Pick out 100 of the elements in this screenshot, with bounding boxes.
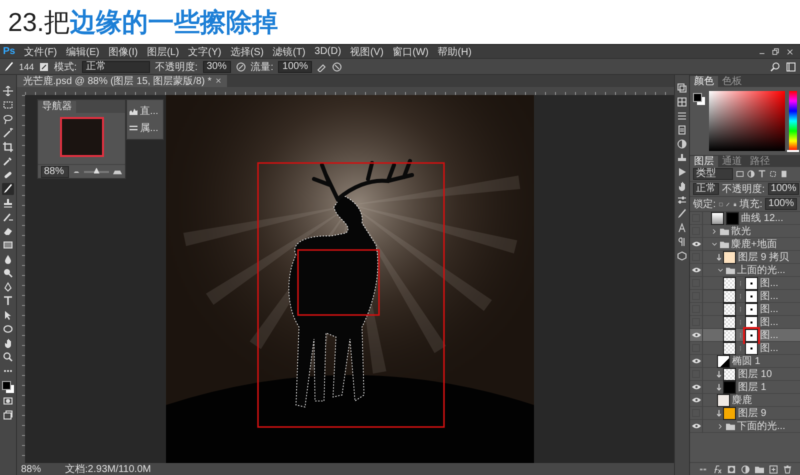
type-tool[interactable] <box>2 295 14 307</box>
layer-row[interactable]: 图... <box>690 342 800 355</box>
menu-item[interactable]: 文字(Y) <box>188 44 222 58</box>
pressure-size-icon[interactable] <box>332 62 342 72</box>
opacity-field[interactable]: 100% <box>768 183 800 195</box>
eye-icon[interactable] <box>692 423 700 429</box>
smart-filter-icon[interactable] <box>780 170 788 178</box>
half-circle-icon[interactable] <box>740 464 750 474</box>
grid-icon[interactable] <box>677 97 687 107</box>
circle-icon[interactable] <box>677 139 687 149</box>
pen-tool[interactable] <box>2 281 14 293</box>
list-icon[interactable] <box>677 111 687 121</box>
filter-dropdown[interactable]: 类型 <box>693 168 733 180</box>
restore-icon[interactable] <box>772 48 780 56</box>
panel-button[interactable]: 直... <box>129 104 161 118</box>
hue-slider[interactable] <box>789 91 797 151</box>
search-icon[interactable] <box>770 62 780 72</box>
hand-tool[interactable] <box>2 337 14 349</box>
brush-panel-icon[interactable] <box>39 62 50 72</box>
eye-icon[interactable] <box>692 397 700 403</box>
chevron-right-icon[interactable] <box>711 228 718 234</box>
menu-item[interactable]: 文件(F) <box>24 44 58 58</box>
hand-icon[interactable] <box>677 181 687 191</box>
layer-row[interactable]: 图... <box>690 277 800 290</box>
stacked-squares-icon[interactable] <box>677 83 687 93</box>
flow-field[interactable]: 100% <box>278 60 312 72</box>
menu-item[interactable]: 窗口(W) <box>392 44 429 58</box>
color-swatches-icon[interactable] <box>693 93 705 105</box>
document-icon[interactable] <box>677 125 687 135</box>
menu-item[interactable]: 选择(S) <box>230 44 264 58</box>
zoom-tool[interactable] <box>2 351 14 363</box>
menu-item[interactable]: 编辑(E) <box>66 44 100 58</box>
layer-row[interactable]: 图层 9 <box>690 407 800 420</box>
brush-icon[interactable] <box>4 62 14 72</box>
color-swatches-icon[interactable] <box>2 381 14 393</box>
mode-dropdown[interactable]: 正常 <box>82 60 150 72</box>
screen-mode-icon[interactable] <box>3 410 13 420</box>
quick-mask-icon[interactable] <box>3 396 13 406</box>
move-tool[interactable] <box>2 85 14 97</box>
panel-tab[interactable]: 颜色 <box>690 76 718 87</box>
document-tab[interactable]: 光芒鹿.psd @ 88% (图层 15, 图层蒙版/8) * × <box>17 75 228 87</box>
lock-lock-icon[interactable] <box>732 200 737 208</box>
new-layer-icon[interactable] <box>768 464 778 474</box>
lock-brush-icon[interactable] <box>726 200 730 208</box>
navigator-tab[interactable]: 导航器 <box>38 101 76 113</box>
folder-icon[interactable] <box>754 464 764 474</box>
layer-row[interactable]: 图... <box>690 303 800 316</box>
eye-icon[interactable] <box>692 358 700 364</box>
gradient-tool[interactable] <box>2 239 14 251</box>
history-tool[interactable] <box>2 211 14 223</box>
layer-row[interactable]: 图层 9 拷贝 <box>690 251 800 264</box>
wand-tool[interactable] <box>2 127 14 139</box>
brush-icon[interactable] <box>677 209 687 219</box>
menu-item[interactable]: 3D(D) <box>314 46 342 57</box>
marquee-tool[interactable] <box>2 99 14 111</box>
layer-row[interactable]: 麋鹿 <box>690 394 800 407</box>
eye-icon[interactable] <box>692 241 700 247</box>
eye-icon[interactable] <box>692 384 700 390</box>
panel-tab[interactable]: 路径 <box>746 156 774 167</box>
blend-mode-dropdown[interactable]: 正常 <box>693 183 719 195</box>
chevron-down-icon[interactable] <box>711 240 718 248</box>
dodge-tool[interactable] <box>2 267 14 279</box>
layer-row[interactable]: 椭圆 1 <box>690 355 800 368</box>
layer-row[interactable]: 图层 10 <box>690 368 800 381</box>
menu-item[interactable]: 图像(I) <box>108 44 138 58</box>
workspace-icon[interactable] <box>786 62 796 72</box>
lock-pixels-icon[interactable] <box>718 200 723 208</box>
panel-tab[interactable]: 图层 <box>690 156 718 167</box>
opacity-field[interactable]: 30% <box>202 60 231 72</box>
layer-row[interactable]: 散光 <box>690 225 800 238</box>
menu-item[interactable]: 图层(L) <box>146 44 180 58</box>
brush-tool[interactable] <box>2 183 14 195</box>
fill-field[interactable]: 100% <box>765 198 797 210</box>
paragraph-icon[interactable] <box>677 237 687 247</box>
layer-row[interactable]: 麋鹿+地面 <box>690 238 800 251</box>
shape-filter-icon[interactable] <box>769 170 777 178</box>
eraser-tool[interactable] <box>2 225 14 237</box>
blur-tool[interactable] <box>2 253 14 265</box>
adjustment-filter-icon[interactable] <box>747 170 755 178</box>
menu-item[interactable]: 帮助(H) <box>438 44 472 58</box>
image-filter-icon[interactable] <box>736 170 744 178</box>
text-filter-icon[interactable] <box>758 170 766 178</box>
stamp-icon[interactable] <box>677 153 687 163</box>
character-icon[interactable] <box>677 223 687 233</box>
airbrush-icon[interactable] <box>316 62 327 72</box>
menu-item[interactable]: 视图(V) <box>350 44 384 58</box>
brush-size[interactable]: 144 <box>19 62 34 72</box>
cube-icon[interactable] <box>677 251 687 261</box>
zoom-field[interactable]: 88% <box>41 166 69 178</box>
color-picker-field[interactable] <box>709 91 785 151</box>
crop-tool[interactable] <box>2 141 14 153</box>
trash-icon[interactable] <box>782 464 792 474</box>
menu-item[interactable]: 滤镜(T) <box>272 44 306 58</box>
close-icon[interactable] <box>786 48 794 56</box>
layer-row[interactable]: 曲线 12... <box>690 212 800 225</box>
layer-row[interactable]: 图... <box>690 290 800 303</box>
panel-button[interactable]: 属... <box>129 121 161 135</box>
panel-tab[interactable]: 通道 <box>718 156 746 167</box>
chevron-down-icon[interactable] <box>717 266 724 274</box>
document-canvas[interactable] <box>166 95 534 463</box>
